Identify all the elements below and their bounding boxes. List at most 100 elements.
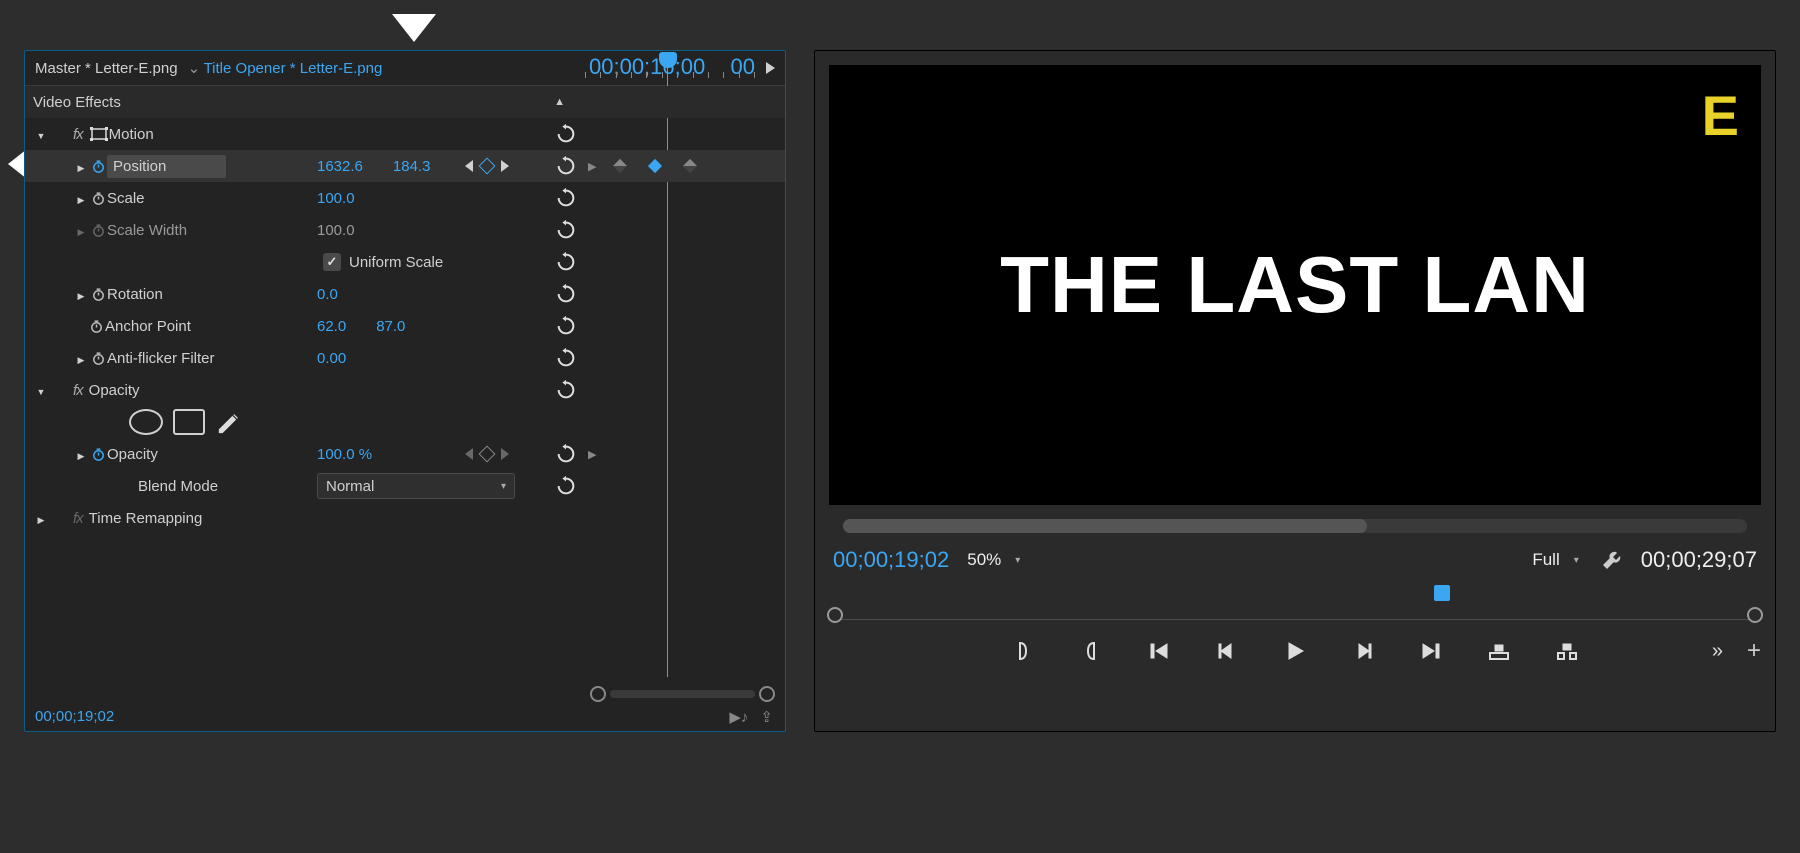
lift-icon[interactable] bbox=[1486, 638, 1512, 664]
step-forward-icon[interactable] bbox=[1350, 638, 1376, 664]
stopwatch-icon[interactable] bbox=[89, 189, 107, 207]
rotation-property-row[interactable]: Rotation 0.0 bbox=[25, 278, 785, 310]
keyframe-lane[interactable] bbox=[595, 150, 755, 182]
button-editor-icon[interactable]: + bbox=[1747, 637, 1761, 665]
zoom-select[interactable]: 50% ▾ bbox=[967, 550, 1020, 570]
reset-button[interactable] bbox=[555, 123, 577, 145]
zoom-handle-right-icon[interactable] bbox=[759, 686, 775, 702]
expand-toggle-icon[interactable] bbox=[33, 127, 49, 142]
expand-toggle-icon[interactable] bbox=[73, 447, 89, 462]
keyframe-zoom-scrollbar[interactable] bbox=[25, 686, 785, 702]
go-to-in-icon[interactable] bbox=[1146, 638, 1172, 664]
prev-keyframe-icon[interactable] bbox=[465, 160, 473, 172]
chevron-down-icon[interactable]: ⌄ bbox=[188, 59, 198, 77]
expand-toggle-icon[interactable] bbox=[73, 287, 89, 302]
progress-scrubber[interactable] bbox=[843, 519, 1747, 533]
video-effects-label: Video Effects bbox=[33, 94, 121, 111]
reset-button[interactable] bbox=[555, 187, 577, 209]
playhead-marker-icon[interactable] bbox=[1434, 585, 1450, 601]
collapse-up-icon[interactable]: ▲ bbox=[554, 96, 565, 108]
reset-button[interactable] bbox=[555, 283, 577, 305]
resolution-select[interactable]: Full ▾ bbox=[1532, 550, 1578, 570]
opacity-property-row[interactable]: Opacity 100.0 % ▶ bbox=[25, 438, 785, 470]
reset-button[interactable] bbox=[555, 347, 577, 369]
reset-button[interactable] bbox=[555, 251, 577, 273]
expand-toggle-icon[interactable] bbox=[33, 383, 49, 398]
next-keyframe-icon[interactable] bbox=[501, 448, 509, 460]
rotation-value[interactable]: 0.0 bbox=[317, 286, 338, 303]
reset-button[interactable] bbox=[555, 315, 577, 337]
prev-keyframe-icon[interactable] bbox=[465, 448, 473, 460]
step-back-icon[interactable] bbox=[1214, 638, 1240, 664]
mark-in-icon[interactable] bbox=[1010, 638, 1036, 664]
time-remapping-row[interactable]: Time Remapping bbox=[25, 502, 785, 534]
position-y-value[interactable]: 184.3 bbox=[393, 158, 431, 175]
export-frame-icon[interactable]: ⇪ bbox=[760, 708, 773, 726]
blend-mode-row[interactable]: Blend Mode Normal ▾ bbox=[25, 470, 785, 502]
sequence-clip-tab[interactable]: Title Opener * Letter-E.png bbox=[204, 60, 383, 77]
expand-toggle-icon[interactable] bbox=[73, 191, 89, 206]
anchor-point-property-row[interactable]: Anchor Point 62.0 87.0 bbox=[25, 310, 785, 342]
expand-toggle-icon[interactable] bbox=[73, 351, 89, 366]
fx-badge-icon[interactable] bbox=[73, 382, 83, 399]
pen-mask-icon[interactable] bbox=[215, 409, 243, 431]
uniform-scale-row[interactable]: Uniform Scale bbox=[25, 246, 785, 278]
expand-toggle-icon[interactable] bbox=[33, 511, 49, 526]
program-monitor-viewport[interactable]: THE LAST LAN E bbox=[829, 65, 1761, 505]
antiflicker-property-row[interactable]: Anti-flicker Filter 0.00 bbox=[25, 342, 785, 374]
master-clip-tab[interactable]: Master * Letter-E.png bbox=[35, 60, 178, 77]
reset-button[interactable] bbox=[555, 219, 577, 241]
settings-icon[interactable] bbox=[1601, 549, 1623, 571]
keyframe-nav bbox=[465, 160, 509, 172]
position-property-row[interactable]: Position 1632.6 184.3 ▶ bbox=[25, 150, 785, 182]
stopwatch-icon bbox=[89, 221, 107, 239]
graph-toggle-icon[interactable]: ▶ bbox=[588, 448, 596, 461]
more-buttons-icon[interactable]: » bbox=[1712, 640, 1725, 663]
reset-button[interactable] bbox=[555, 379, 577, 401]
mark-out-icon[interactable] bbox=[1078, 638, 1104, 664]
motion-effect-row[interactable]: Motion bbox=[25, 118, 785, 150]
next-keyframe-icon[interactable] bbox=[501, 160, 509, 172]
scale-value[interactable]: 100.0 bbox=[317, 190, 355, 207]
fx-badge-icon[interactable] bbox=[73, 126, 83, 143]
rect-mask-icon[interactable] bbox=[173, 409, 205, 435]
opacity-effect-row[interactable]: Opacity bbox=[25, 374, 785, 406]
reset-button[interactable] bbox=[555, 155, 577, 177]
antiflicker-value[interactable]: 0.00 bbox=[317, 350, 346, 367]
scale-property-row[interactable]: Scale 100.0 bbox=[25, 182, 785, 214]
chevron-down-icon: ▾ bbox=[501, 481, 506, 492]
reset-button[interactable] bbox=[555, 475, 577, 497]
stopwatch-icon[interactable] bbox=[87, 317, 105, 335]
play-icon[interactable] bbox=[1282, 638, 1308, 664]
add-keyframe-icon[interactable] bbox=[479, 446, 496, 463]
play-only-icon[interactable] bbox=[766, 62, 775, 74]
zoom-handle-right-icon[interactable] bbox=[1747, 607, 1763, 623]
loop-playback-icon[interactable]: ▶♪ bbox=[729, 708, 748, 726]
stopwatch-icon[interactable] bbox=[89, 445, 107, 463]
anchor-x-value[interactable]: 62.0 bbox=[317, 318, 346, 335]
stopwatch-icon[interactable] bbox=[89, 285, 107, 303]
go-to-out-icon[interactable] bbox=[1418, 638, 1444, 664]
panel-timecode[interactable]: 00;00;19;02 bbox=[25, 702, 124, 731]
reset-button[interactable] bbox=[555, 443, 577, 465]
stopwatch-icon[interactable] bbox=[89, 349, 107, 367]
opacity-effect-label: Opacity bbox=[89, 382, 140, 399]
zoom-handle-left-icon[interactable] bbox=[590, 686, 606, 702]
extract-icon[interactable] bbox=[1554, 638, 1580, 664]
position-x-value[interactable]: 1632.6 bbox=[317, 158, 363, 175]
current-timecode[interactable]: 00;00;19;02 bbox=[833, 547, 949, 573]
resolution-value: Full bbox=[1532, 550, 1559, 570]
motion-box-icon[interactable] bbox=[89, 124, 109, 144]
zoom-handle-left-icon[interactable] bbox=[827, 607, 843, 623]
video-effects-section[interactable]: Video Effects ▲ bbox=[25, 86, 785, 118]
add-keyframe-icon[interactable] bbox=[479, 158, 496, 175]
anchor-y-value[interactable]: 87.0 bbox=[376, 318, 405, 335]
uniform-scale-checkbox[interactable] bbox=[323, 253, 341, 271]
expand-toggle-icon[interactable] bbox=[73, 159, 89, 174]
keyframe-nav bbox=[465, 448, 509, 460]
blend-mode-select[interactable]: Normal ▾ bbox=[317, 473, 515, 499]
stopwatch-icon[interactable] bbox=[89, 157, 107, 175]
ellipse-mask-icon[interactable] bbox=[129, 409, 163, 435]
timeline-ruler[interactable] bbox=[833, 585, 1757, 620]
opacity-value[interactable]: 100.0 % bbox=[317, 446, 372, 463]
